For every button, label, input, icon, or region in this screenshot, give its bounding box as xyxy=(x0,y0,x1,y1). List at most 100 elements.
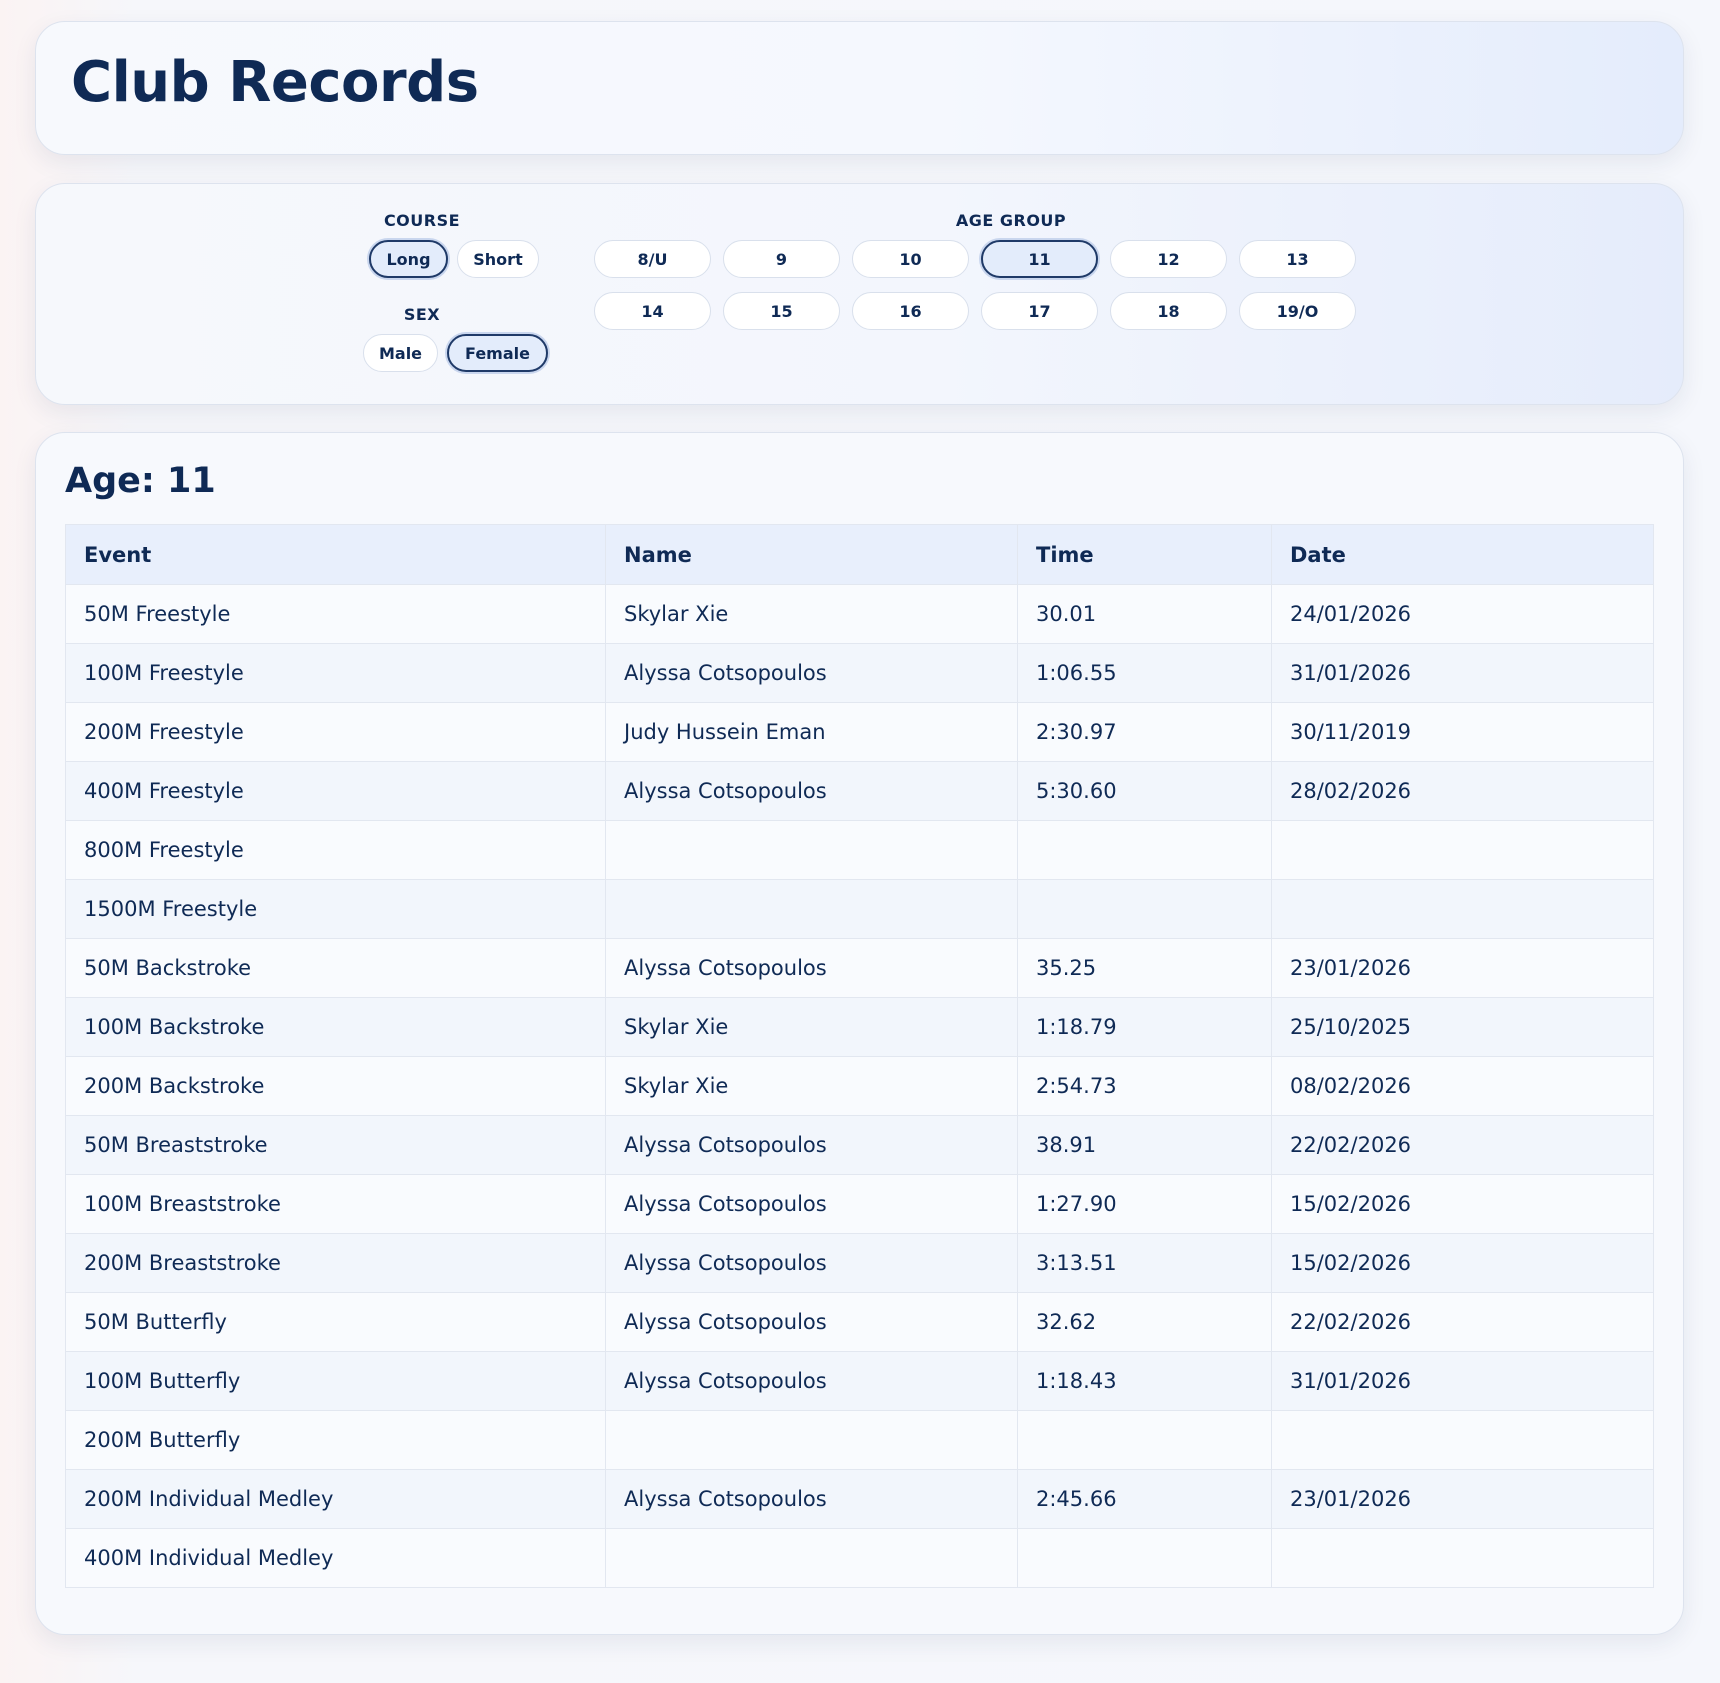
age-group-label: AGE GROUP xyxy=(955,211,1067,230)
time-cell: 32.62 xyxy=(1017,1292,1272,1352)
table-row: 100M Butterfly Alyssa Cotsopoulos 1:18.43 3… xyxy=(65,1351,1654,1411)
date-cell: 15/02/2026 xyxy=(1271,1233,1654,1293)
name-cell: Alyssa Cotsopoulos xyxy=(605,1115,1018,1175)
event-cell: 50M Butterfly xyxy=(65,1292,606,1352)
table-row: 800M Freestyle xyxy=(65,820,1654,880)
name-cell: Alyssa Cotsopoulos xyxy=(605,643,1018,703)
header-card: Club Records xyxy=(35,21,1684,155)
time-cell: 2:54.73 xyxy=(1017,1056,1272,1116)
time-cell: 35.25 xyxy=(1017,938,1272,998)
date-cell xyxy=(1271,879,1654,939)
date-cell xyxy=(1271,1528,1654,1588)
date-cell: 15/02/2026 xyxy=(1271,1174,1654,1234)
time-cell xyxy=(1017,879,1272,939)
name-cell xyxy=(605,1528,1018,1588)
name-cell: Judy Hussein Eman xyxy=(605,702,1018,762)
column-header-name: Name xyxy=(605,524,1018,585)
column-header-event: Event xyxy=(65,524,606,585)
age-18-button[interactable]: 18 xyxy=(1110,292,1227,330)
name-cell: Alyssa Cotsopoulos xyxy=(605,1233,1018,1293)
time-cell: 1:27.90 xyxy=(1017,1174,1272,1234)
age-11-button[interactable]: 11 xyxy=(981,240,1098,278)
time-cell: 1:18.79 xyxy=(1017,997,1272,1057)
name-cell: Skylar Xie xyxy=(605,584,1018,644)
name-cell xyxy=(605,879,1018,939)
event-cell: 100M Freestyle xyxy=(65,643,606,703)
event-cell: 200M Individual Medley xyxy=(65,1469,606,1529)
filter-panel: COURSE Long Short SEX Male Female AGE GR… xyxy=(35,183,1684,405)
date-cell: 31/01/2026 xyxy=(1271,1351,1654,1411)
date-cell: 22/02/2026 xyxy=(1271,1292,1654,1352)
column-header-time: Time xyxy=(1017,524,1272,585)
age-13-button[interactable]: 13 xyxy=(1239,240,1356,278)
column-header-date: Date xyxy=(1271,524,1654,585)
event-cell: 50M Breaststroke xyxy=(65,1115,606,1175)
table-row: 50M Freestyle Skylar Xie 30.01 24/01/2026 xyxy=(65,584,1654,644)
name-cell: Alyssa Cotsopoulos xyxy=(605,1351,1018,1411)
event-cell: 100M Backstroke xyxy=(65,997,606,1057)
table-row: 200M Freestyle Judy Hussein Eman 2:30.97 30… xyxy=(65,702,1654,762)
table-row: 200M Individual Medley Alyssa Cotsopoulos… xyxy=(65,1469,1654,1529)
table-row: 400M Individual Medley xyxy=(65,1528,1654,1588)
age-8u-button[interactable]: 8/U xyxy=(594,240,711,278)
name-cell: Alyssa Cotsopoulos xyxy=(605,1174,1018,1234)
name-cell xyxy=(605,1410,1018,1470)
date-cell: 24/01/2026 xyxy=(1271,584,1654,644)
age-19o-button[interactable]: 19/O xyxy=(1239,292,1356,330)
name-cell: Alyssa Cotsopoulos xyxy=(605,761,1018,821)
time-cell: 2:30.97 xyxy=(1017,702,1272,762)
table-row: 50M Backstroke Alyssa Cotsopoulos 35.25 23/… xyxy=(65,938,1654,998)
table-row: 200M Backstroke Skylar Xie 2:54.73 08/02/20… xyxy=(65,1056,1654,1116)
age-15-button[interactable]: 15 xyxy=(723,292,840,330)
table-row: 400M Freestyle Alyssa Cotsopoulos 5:30.60 2… xyxy=(65,761,1654,821)
event-cell: 800M Freestyle xyxy=(65,820,606,880)
name-cell: Alyssa Cotsopoulos xyxy=(605,1292,1018,1352)
time-cell xyxy=(1017,820,1272,880)
date-cell xyxy=(1271,1410,1654,1470)
table-row: 200M Butterfly xyxy=(65,1410,1654,1470)
name-cell xyxy=(605,820,1018,880)
age-9-button[interactable]: 9 xyxy=(723,240,840,278)
records-table: Event Name Time Date 50M Freestyle Skylar… xyxy=(65,524,1654,1588)
course-label: COURSE xyxy=(383,211,461,230)
table-row: 200M Breaststroke Alyssa Cotsopoulos 3:13.… xyxy=(65,1233,1654,1293)
date-cell: 08/02/2026 xyxy=(1271,1056,1654,1116)
age-14-button[interactable]: 14 xyxy=(594,292,711,330)
time-cell: 3:13.51 xyxy=(1017,1233,1272,1293)
name-cell: Skylar Xie xyxy=(605,997,1018,1057)
date-cell: 25/10/2025 xyxy=(1271,997,1654,1057)
time-cell xyxy=(1017,1410,1272,1470)
course-long-button[interactable]: Long xyxy=(369,240,448,278)
name-cell: Alyssa Cotsopoulos xyxy=(605,1469,1018,1529)
event-cell: 1500M Freestyle xyxy=(65,879,606,939)
event-cell: 50M Freestyle xyxy=(65,584,606,644)
section-title: Age: 11 xyxy=(65,461,216,501)
event-cell: 200M Freestyle xyxy=(65,702,606,762)
event-cell: 200M Breaststroke xyxy=(65,1233,606,1293)
course-short-button[interactable]: Short xyxy=(457,240,539,278)
name-cell: Skylar Xie xyxy=(605,1056,1018,1116)
event-cell: 50M Backstroke xyxy=(65,938,606,998)
date-cell xyxy=(1271,820,1654,880)
age-17-button[interactable]: 17 xyxy=(981,292,1098,330)
event-cell: 400M Freestyle xyxy=(65,761,606,821)
time-cell: 1:06.55 xyxy=(1017,643,1272,703)
event-cell: 100M Breaststroke xyxy=(65,1174,606,1234)
date-cell: 23/01/2026 xyxy=(1271,938,1654,998)
sex-female-button[interactable]: Female xyxy=(447,334,548,372)
age-12-button[interactable]: 12 xyxy=(1110,240,1227,278)
sex-male-button[interactable]: Male xyxy=(363,334,438,372)
age-10-button[interactable]: 10 xyxy=(852,240,969,278)
sex-label: SEX xyxy=(403,305,441,324)
table-row: 50M Breaststroke Alyssa Cotsopoulos 38.91 2… xyxy=(65,1115,1654,1175)
table-row: 100M Breaststroke Alyssa Cotsopoulos 1:27.… xyxy=(65,1174,1654,1234)
date-cell: 28/02/2026 xyxy=(1271,761,1654,821)
date-cell: 30/11/2019 xyxy=(1271,702,1654,762)
records-card: Age: 11 Event Name Time Date 50M Freesty… xyxy=(35,432,1684,1635)
age-16-button[interactable]: 16 xyxy=(852,292,969,330)
time-cell xyxy=(1017,1528,1272,1588)
table-row: 50M Butterfly Alyssa Cotsopoulos 32.62 22/0… xyxy=(65,1292,1654,1352)
table-header-row: Event Name Time Date xyxy=(65,524,1654,585)
event-cell: 200M Backstroke xyxy=(65,1056,606,1116)
time-cell: 1:18.43 xyxy=(1017,1351,1272,1411)
